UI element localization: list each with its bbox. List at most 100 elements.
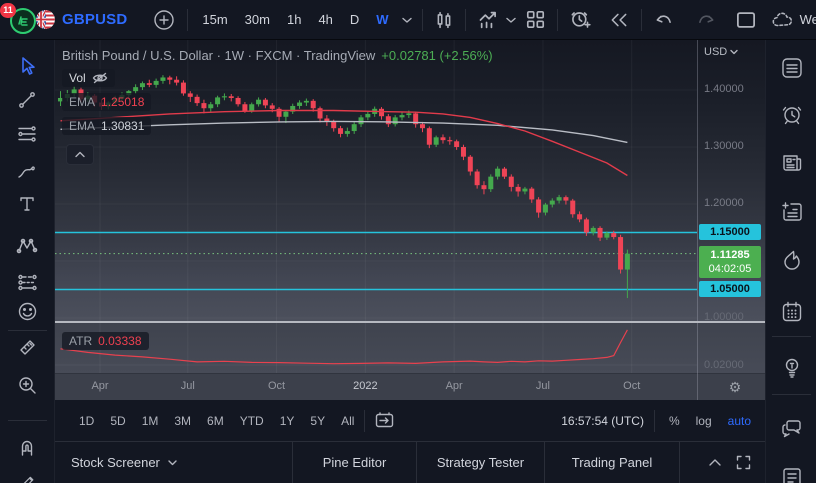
- range-1m[interactable]: 1M: [142, 414, 159, 428]
- percent-scale-toggle[interactable]: %: [669, 414, 680, 428]
- toolbar-divider: [556, 8, 558, 31]
- interval-4h[interactable]: 4h: [318, 12, 332, 27]
- range-5d[interactable]: 5D: [110, 414, 125, 428]
- atr-legend[interactable]: ATR 0.03338: [62, 332, 149, 350]
- tab-trading-panel[interactable]: Trading Panel: [545, 442, 680, 483]
- chart-area[interactable]: British Pound / U.S. Dollar · 1W · FXCM …: [55, 40, 765, 400]
- sidebar-divider: [772, 336, 811, 337]
- indicators-button[interactable]: [476, 8, 502, 32]
- trend-line-tool-icon[interactable]: [14, 87, 40, 113]
- cloud-save-icon[interactable]: [770, 10, 796, 30]
- symbol-title[interactable]: British Pound / U.S. Dollar · 1W · FXCM …: [62, 48, 493, 63]
- time-axis[interactable]: [55, 373, 765, 400]
- range-5y[interactable]: 5Y: [310, 414, 325, 428]
- price-tick-label: 1.30000: [704, 140, 744, 152]
- time-axis-label: Jul: [180, 380, 195, 392]
- range-3m[interactable]: 3M: [174, 414, 191, 428]
- price-tick-label: 1.20000: [704, 197, 744, 209]
- range-ytd[interactable]: YTD: [240, 414, 264, 428]
- panel-maximize-icon[interactable]: [736, 455, 751, 470]
- text-tool-icon[interactable]: [14, 191, 40, 217]
- range-all[interactable]: All: [341, 414, 354, 428]
- toolbar-divider: [640, 8, 642, 31]
- go-to-date-button[interactable]: [375, 412, 394, 429]
- atr-tick-label: 0.02000: [704, 359, 744, 371]
- calendar-icon[interactable]: [778, 298, 806, 326]
- interval-30m[interactable]: 30m: [245, 12, 270, 27]
- gbpusd-flag-icon: [36, 10, 55, 29]
- forecast-tool-icon[interactable]: [14, 269, 40, 295]
- data-window-icon[interactable]: [778, 198, 806, 226]
- layout-name-label[interactable]: We: [800, 12, 816, 27]
- auto-scale-toggle[interactable]: auto: [728, 414, 751, 428]
- magnet-tool-icon[interactable]: [14, 435, 40, 461]
- legend-collapse-button[interactable]: [66, 144, 94, 165]
- hotlists-flame-icon[interactable]: [778, 246, 806, 274]
- chevron-down-icon: [168, 460, 177, 466]
- watchlist-icon[interactable]: [778, 54, 806, 82]
- symbol-search-button[interactable]: GBPUSD: [36, 10, 127, 29]
- notification-badge: 11: [0, 2, 16, 18]
- tab-stock-screener[interactable]: Stock Screener: [55, 442, 293, 483]
- indicators-chevron-icon[interactable]: [505, 16, 516, 24]
- price-tick-label: 1.40000: [704, 83, 744, 95]
- pane-settings-gear-icon[interactable]: ⚙: [723, 377, 747, 397]
- compare-add-button[interactable]: [151, 7, 177, 33]
- tab-strategy-tester[interactable]: Strategy Tester: [417, 442, 545, 483]
- layout-grid-button[interactable]: [524, 8, 547, 31]
- range-1d[interactable]: 1D: [79, 414, 94, 428]
- price-axis-currency[interactable]: USD: [704, 46, 738, 58]
- tab-pine-editor[interactable]: Pine Editor: [293, 442, 417, 483]
- bottom-toolbar: 1D 5D 1M 3M 6M YTD 1Y 5Y All 16:57:54 (U…: [55, 400, 765, 441]
- pane-separator[interactable]: [55, 321, 765, 323]
- interval-1w[interactable]: W: [376, 12, 388, 27]
- ema-fast-legend[interactable]: EMA 1.25018: [62, 93, 152, 111]
- drawing-toolbar: [0, 40, 55, 483]
- alert-price-badge: 1.15000: [699, 223, 761, 240]
- date-range-buttons: 1D 5D 1M 3M 6M YTD 1Y 5Y All: [79, 414, 354, 428]
- price-tick-label: 1.00000: [704, 311, 744, 323]
- log-scale-toggle[interactable]: log: [696, 414, 712, 428]
- eye-hidden-icon[interactable]: [92, 72, 108, 84]
- xabcd-pattern-tool-icon[interactable]: [14, 233, 40, 259]
- price-axis[interactable]: USD 1.40000 1.30000 1.20000 1.00000 0.02000: [698, 40, 765, 373]
- fib-retracement-tool-icon[interactable]: [14, 121, 40, 147]
- bar-replay-button[interactable]: [607, 10, 631, 30]
- volume-legend[interactable]: Vol: [62, 69, 115, 87]
- chart-style-button[interactable]: [433, 9, 455, 31]
- zoom-in-tool-icon[interactable]: [14, 372, 40, 398]
- interval-buttons: 15m 30m 1h 4h D W: [202, 12, 412, 27]
- interval-menu-chevron-icon[interactable]: [401, 16, 412, 24]
- toolbar-divider: [8, 330, 47, 331]
- interval-1d[interactable]: D: [350, 12, 359, 27]
- time-axis-label: Jul: [535, 380, 550, 392]
- ideas-lightbulb-icon[interactable]: [778, 354, 806, 382]
- panel-expand-chevron-icon[interactable]: [708, 458, 722, 467]
- interval-1h[interactable]: 1h: [287, 12, 301, 27]
- measure-ruler-tool-icon[interactable]: [14, 334, 40, 360]
- undo-button[interactable]: [652, 10, 676, 30]
- public-chat-icon[interactable]: [778, 461, 806, 483]
- session-clock[interactable]: 16:57:54 (UTC): [561, 414, 644, 428]
- cursor-tool-icon[interactable]: [14, 53, 40, 79]
- alert-price-badge: 1.05000: [699, 280, 761, 297]
- create-alert-button[interactable]: [568, 8, 593, 32]
- news-icon[interactable]: [778, 149, 806, 177]
- brush-tool-icon[interactable]: [14, 158, 40, 184]
- ema-slow-legend[interactable]: EMA 1.30831: [62, 117, 152, 135]
- toolbar-divider: [187, 8, 189, 31]
- chat-icon[interactable]: [778, 414, 806, 442]
- atr-pane[interactable]: [55, 323, 765, 373]
- interval-15m[interactable]: 15m: [202, 12, 227, 27]
- right-sidebar: [765, 40, 816, 483]
- tradingview-app: 11 GBPUSD 15m 30m 1h 4h D W We British P…: [0, 0, 816, 483]
- toolbar-divider: [8, 420, 47, 421]
- fullscreen-button[interactable]: [734, 9, 758, 31]
- range-1y[interactable]: 1Y: [280, 414, 295, 428]
- emoji-tool-icon[interactable]: [14, 298, 40, 324]
- edit-pencil-tool-icon[interactable]: [14, 468, 40, 483]
- redo-button[interactable]: [694, 10, 718, 30]
- ema-fast-value: 1.25018: [101, 95, 145, 109]
- range-6m[interactable]: 6M: [207, 414, 224, 428]
- alerts-clock-icon[interactable]: [778, 101, 806, 129]
